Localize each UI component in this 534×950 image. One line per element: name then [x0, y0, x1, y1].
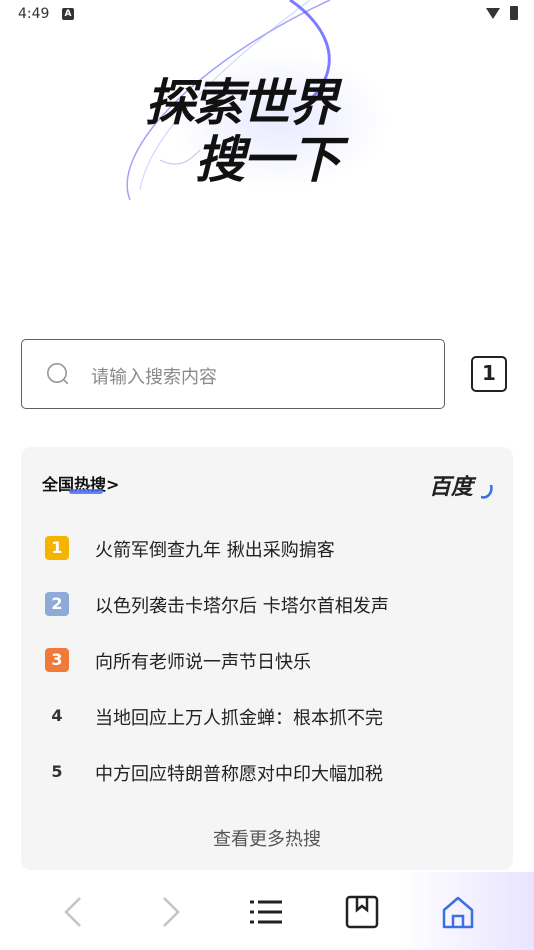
hot-item-1[interactable]: 1 火箭军倒查九年 揪出采购掮客 — [45, 534, 505, 564]
hot-item-2[interactable]: 2 以色列袭击卡塔尔后 卡塔尔首相发声 — [45, 590, 505, 620]
hero-logo: 探索世界 搜一下 — [110, 0, 430, 210]
back-icon[interactable] — [56, 894, 92, 930]
battery-icon — [510, 6, 518, 20]
rank-badge: 2 — [45, 592, 69, 616]
baidu-logo: 百度 — [429, 475, 474, 500]
rank-badge: 3 — [45, 648, 69, 672]
bottom-nav — [0, 872, 534, 950]
search-placeholder: 请输入搜索内容 — [91, 367, 217, 388]
hot-item-text: 以色列袭击卡塔尔后 卡塔尔首相发声 — [95, 596, 389, 617]
hot-item-text: 向所有老师说一声节日快乐 — [95, 652, 311, 673]
bookmark-icon[interactable] — [344, 894, 380, 930]
title-underline — [69, 489, 103, 494]
baidu-logo-arc-icon — [481, 485, 493, 499]
hero-line2: 搜一下 — [195, 131, 341, 189]
menu-icon[interactable] — [248, 894, 284, 930]
hot-item-text: 中方回应特朗普称愿对中印大幅加税 — [95, 764, 383, 785]
hot-item-text: 当地回应上万人抓金蝉：根本抓不完 — [95, 708, 383, 729]
rank-badge: 1 — [45, 536, 69, 560]
hot-item-5[interactable]: 5 中方回应特朗普称愿对中印大幅加税 — [45, 758, 505, 788]
tab-count-button[interactable]: 1 — [471, 356, 507, 392]
hot-item-4[interactable]: 4 当地回应上万人抓金蝉：根本抓不完 — [45, 702, 505, 732]
hot-item-3[interactable]: 3 向所有老师说一声节日快乐 — [45, 646, 505, 676]
status-time: 4:49 — [18, 6, 50, 22]
hot-search-card: 全国热搜> 百度 1 火箭军倒查九年 揪出采购掮客 2 以色列袭击卡塔尔后 卡塔… — [21, 447, 513, 870]
forward-icon[interactable] — [152, 894, 188, 930]
rank-number: 4 — [51, 706, 63, 725]
notification-icon: A — [62, 8, 74, 20]
wifi-icon — [486, 8, 500, 19]
home-icon[interactable] — [440, 894, 476, 930]
search-input[interactable]: 请输入搜索内容 — [21, 339, 445, 409]
search-icon — [47, 363, 68, 384]
hot-item-text: 火箭军倒查九年 揪出采购掮客 — [95, 540, 335, 561]
rank-number: 5 — [51, 762, 63, 781]
view-more-link[interactable]: 查看更多热搜 — [21, 825, 513, 851]
